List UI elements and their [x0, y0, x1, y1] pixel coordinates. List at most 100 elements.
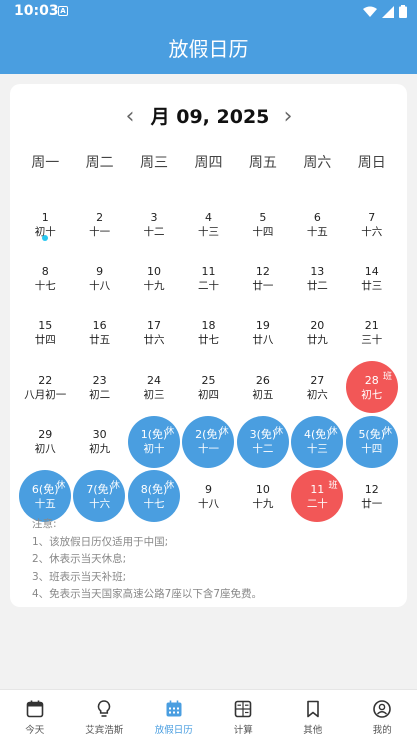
tab-label: 放假日历 [154, 725, 193, 736]
tab-other[interactable]: 其他 [278, 690, 348, 741]
rest-tag: 休 [382, 426, 392, 437]
day-cell[interactable]: 1 初十 [18, 197, 72, 251]
day-number: 7 [368, 210, 376, 224]
day-cell[interactable]: 19 廿八 [236, 306, 290, 360]
lunar-date: 十四 [361, 443, 383, 456]
day-cell[interactable]: 3 十二 [127, 197, 181, 251]
notes-line: 3、班表示当天补班; [32, 570, 127, 583]
lunar-date: 初七 [361, 388, 383, 401]
holiday-day-cell[interactable]: 4(免) 十三休 [290, 415, 344, 469]
calendar-card: ‹ 月 09, 2025 › 周一 周二 周三 周四 周五 周六 周日 1 初十 2 十一 3 十二 4… [10, 84, 407, 607]
lunar-date: 廿九 [306, 334, 328, 347]
day-cell[interactable]: 15 廿四 [18, 306, 72, 360]
lunar-date: 初六 [306, 388, 328, 401]
day-number: 20 [310, 319, 325, 333]
day-number: 11 [201, 265, 216, 279]
lunar-date: 十一 [197, 443, 219, 456]
workday-day-cell[interactable]: 28 初七 班 [345, 360, 399, 414]
work-tag: 班 [328, 480, 338, 491]
day-number: 18 [201, 319, 216, 333]
day-number: 1(免) [140, 428, 168, 442]
day-number: 25 [201, 373, 216, 387]
day-number: 27 [310, 373, 325, 387]
day-number: 11 [310, 482, 325, 496]
day-cell[interactable]: 29 初八 [18, 415, 72, 469]
lunar-date: 三十 [361, 334, 383, 347]
day-cell[interactable]: 30 初九 [72, 415, 126, 469]
status-icons [363, 5, 407, 18]
tab-holiday-calendar[interactable]: 放假日历 [139, 690, 209, 741]
lunar-date: 十三 [197, 225, 219, 238]
holiday-day-cell[interactable]: 5(免) 十四 休 [345, 415, 399, 469]
lunar-date: 廿七 [197, 334, 219, 347]
day-cell[interactable]: 25 初四 [181, 360, 235, 414]
day-cell[interactable]: 7 十六 [345, 197, 399, 251]
tab-today[interactable]: 今天 [0, 690, 70, 741]
day-cell[interactable]: 24 初三 [127, 360, 181, 414]
day-cell[interactable]: 22 八月初一 [18, 360, 72, 414]
tab-label: 艾宾浩斯 [85, 725, 124, 736]
day-cell[interactable]: 10 十九 [127, 251, 181, 305]
lunar-date: 初三 [143, 388, 165, 401]
today-dot [42, 235, 49, 242]
day-number: 16 [92, 319, 107, 333]
holiday-day-cell[interactable]: 3(免) 十二休 [236, 415, 290, 469]
day-number: 14 [364, 265, 379, 279]
weekday-label: 周日 [357, 155, 386, 171]
day-number: 19 [255, 319, 270, 333]
month-navigator: ‹ 月 09, 2025 › [10, 102, 407, 132]
day-cell[interactable]: 6 十五 [290, 197, 344, 251]
lunar-date: 初十 [143, 443, 165, 456]
holiday-day-cell[interactable]: 2(免) 十一休 [181, 415, 235, 469]
rest-tag: 休 [274, 426, 284, 437]
day-cell[interactable]: 18 廿七 [181, 306, 235, 360]
battery-icon [399, 5, 407, 18]
notification-icon: A [58, 6, 68, 16]
lunar-date: 廿一 [361, 497, 383, 510]
day-number: 7(免) [86, 482, 113, 496]
day-cell[interactable]: 26 初五 [236, 360, 290, 414]
next-month-button[interactable]: › [276, 104, 300, 130]
weekday-label: 周六 [303, 155, 332, 171]
holiday-day-cell[interactable]: 1(免) 初十休 [127, 415, 181, 469]
lunar-date: 十七 [34, 280, 56, 293]
day-cell[interactable]: 4 十三 [181, 197, 235, 251]
month-label: 月 09, 2025 [150, 106, 270, 128]
lunar-date: 廿三 [361, 280, 383, 293]
calendar-day-icon [26, 700, 44, 718]
day-cell[interactable]: 9 十八 [72, 251, 126, 305]
tab-ebbinghaus[interactable]: 艾宾浩斯 [70, 690, 140, 741]
day-cell[interactable]: 14 廿三 [345, 251, 399, 305]
day-number: 26 [255, 373, 270, 387]
day-cell[interactable]: 13 廿二 [290, 251, 344, 305]
day-cell[interactable]: 20 廿九 [290, 306, 344, 360]
lunar-date: 十五 [34, 497, 56, 510]
lunar-date: 十八 [197, 497, 219, 510]
day-number: 9 [204, 482, 212, 496]
lunar-date: 十四 [252, 225, 274, 238]
day-cell[interactable]: 11 二十 [181, 251, 235, 305]
tab-label: 其他 [303, 725, 323, 736]
day-number: 6 [313, 210, 321, 224]
lunar-date: 二十 [306, 497, 328, 510]
prev-month-button[interactable]: ‹ [118, 104, 142, 130]
day-number: 3(免) [249, 428, 277, 442]
day-cell[interactable]: 8 十七 [18, 251, 72, 305]
weekday-label: 周一 [31, 155, 60, 171]
day-cell[interactable]: 27 初六 [290, 360, 344, 414]
tab-calculate[interactable]: 计算 [209, 690, 279, 741]
day-cell[interactable]: 12 廿一 [236, 251, 290, 305]
day-number: 30 [92, 428, 107, 442]
day-cell[interactable]: 16 廿五 [72, 306, 126, 360]
lunar-date: 廿八 [252, 334, 274, 347]
day-cell[interactable]: 21 三十 [345, 306, 399, 360]
tab-me[interactable]: 我的 [348, 690, 417, 741]
day-cell[interactable]: 23 初二 [72, 360, 126, 414]
day-cell[interactable]: 5 十四 [236, 197, 290, 251]
lunar-date: 十六 [361, 225, 383, 238]
day-number: 12 [364, 482, 379, 496]
day-cell[interactable]: 17 廿六 [127, 306, 181, 360]
lunar-date: 十九 [143, 280, 165, 293]
day-cell[interactable]: 2 十一 [72, 197, 126, 251]
day-number: 3 [150, 210, 158, 224]
